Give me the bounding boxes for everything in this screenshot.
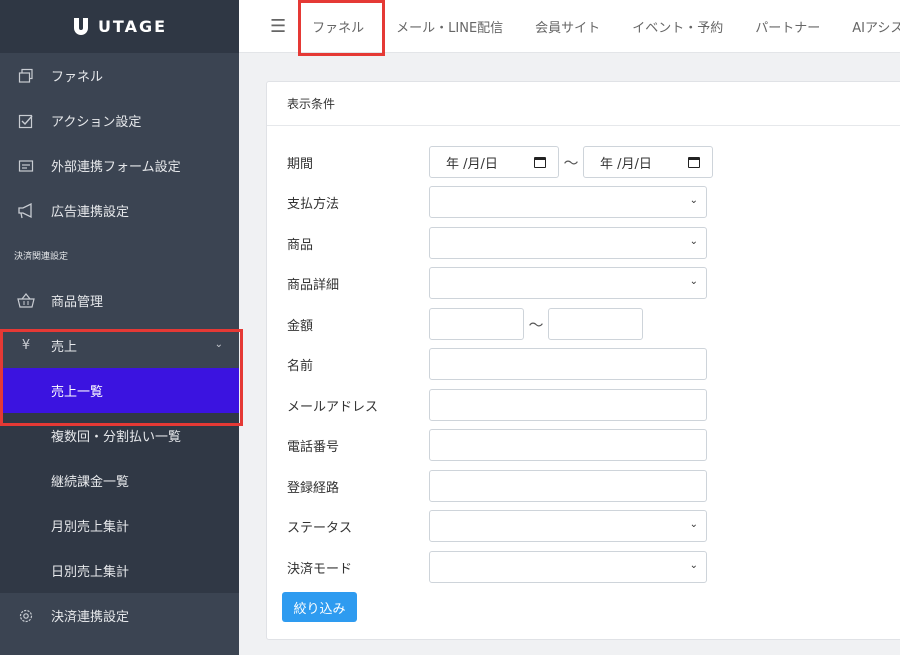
payment-mode-select[interactable]: ⌄ [429, 551, 707, 583]
route-label: 登録経路 [287, 480, 340, 496]
sidebar-item-sales[interactable]: ¥ 売上 ⌄ [0, 323, 239, 368]
status-select[interactable]: ⌄ [429, 510, 707, 542]
date-to-input[interactable]: 年 /月/日 [583, 146, 713, 178]
payment-method-label: 支払方法 [287, 196, 340, 212]
payment-method-select[interactable]: ⌄ [429, 186, 707, 218]
utage-logo-icon [73, 17, 88, 35]
date-from-input[interactable]: 年 /月/日 [429, 146, 559, 178]
date-to-placeholder: 年 /月/日 [600, 156, 652, 172]
sidebar-item-funnel[interactable]: ファネル [0, 53, 239, 98]
payment-mode-row: 決済モード ⌄ [287, 551, 707, 583]
basket-icon [16, 291, 36, 311]
tab-mail-line[interactable]: メール・LINE配信 [380, 0, 519, 53]
name-label: 名前 [287, 358, 314, 374]
amount-row: 金額 〜 [287, 308, 643, 340]
tab-member-site[interactable]: 会員サイト [519, 0, 616, 53]
period-row: 期間 年 /月/日 〜 年 /月/日 [287, 146, 713, 178]
amount-label: 金額 [287, 318, 314, 334]
status-row: ステータス ⌄ [287, 510, 707, 542]
tab-ai-assistant[interactable]: AIアシス [836, 0, 900, 53]
phone-row: 電話番号 [287, 429, 707, 461]
hamburger-menu-icon[interactable]: ☰ [270, 16, 286, 37]
sidebar-item-label: 外部連携フォーム設定 [51, 160, 181, 175]
name-row: 名前 [287, 348, 707, 380]
submenu-item-daily-sales[interactable]: 日別売上集計 [0, 548, 239, 593]
submenu-item-monthly-sales[interactable]: 月別売上集計 [0, 503, 239, 548]
amount-max-input[interactable] [548, 308, 643, 340]
sidebar: UTAGE ファネル アクション設定 外部連携フォーム設定 広告連携設定 決済関… [0, 0, 239, 655]
logo-bar: UTAGE [0, 0, 239, 53]
sidebar-item-action-settings[interactable]: アクション設定 [0, 98, 239, 143]
period-label: 期間 [287, 156, 314, 172]
sidebar-item-label: 決済連携設定 [51, 610, 130, 625]
checkbox-icon [16, 111, 36, 131]
gear-icon [16, 606, 36, 626]
submenu-item-sales-list[interactable]: 売上一覧 [0, 368, 239, 413]
card-title: 表示条件 [267, 82, 900, 126]
logo[interactable]: UTAGE [72, 16, 167, 38]
route-input[interactable] [429, 470, 707, 502]
funnel-icon [16, 66, 36, 86]
sidebar-item-product-management[interactable]: 商品管理 [0, 278, 239, 323]
chevron-down-icon: ⌄ [689, 519, 698, 530]
product-detail-row: 商品詳細 ⌄ [287, 267, 707, 299]
route-row: 登録経路 [287, 470, 707, 502]
status-label: ステータス [287, 520, 353, 536]
phone-input[interactable] [429, 429, 707, 461]
chevron-down-icon: ⌄ [689, 236, 698, 247]
submenu-item-subscriptions[interactable]: 継続課金一覧 [0, 458, 239, 503]
form-icon [16, 156, 36, 176]
range-separator: 〜 [528, 315, 544, 334]
email-row: メールアドレス [287, 389, 707, 421]
tab-funnel[interactable]: ファネル [296, 0, 380, 53]
sidebar-section-payment: 決済関連設定 [14, 252, 69, 262]
payment-method-row: 支払方法 ⌄ [287, 186, 707, 218]
logo-text: UTAGE [97, 17, 168, 36]
sidebar-item-label: 商品管理 [51, 295, 104, 310]
filter-submit-button[interactable]: 絞り込み [282, 592, 357, 622]
tab-event-booking[interactable]: イベント・予約 [616, 0, 739, 53]
top-navigation: ☰ ファネル メール・LINE配信 会員サイト イベント・予約 パートナー AI… [239, 0, 900, 53]
range-separator: 〜 [563, 153, 579, 172]
amount-min-input[interactable] [429, 308, 524, 340]
sidebar-item-label: アクション設定 [51, 115, 142, 130]
sidebar-item-ad-settings[interactable]: 広告連携設定 [0, 188, 239, 233]
payment-mode-label: 決済モード [287, 561, 353, 577]
submenu-item-installments[interactable]: 複数回・分割払い一覧 [0, 413, 239, 458]
product-detail-label: 商品詳細 [287, 277, 340, 293]
chevron-down-icon: ⌄ [689, 276, 698, 287]
sidebar-item-label: 売上 [51, 340, 78, 355]
chevron-down-icon: ⌄ [689, 560, 698, 571]
date-from-placeholder: 年 /月/日 [446, 156, 498, 172]
calendar-icon[interactable] [534, 157, 546, 168]
product-row: 商品 ⌄ [287, 227, 707, 259]
email-label: メールアドレス [287, 399, 379, 415]
chevron-down-icon: ⌄ [689, 195, 698, 206]
megaphone-icon [16, 201, 36, 221]
calendar-icon[interactable] [688, 157, 700, 168]
sidebar-item-payment-settings[interactable]: 決済連携設定 [0, 593, 239, 638]
email-input[interactable] [429, 389, 707, 421]
sales-submenu: 売上一覧 複数回・分割払い一覧 継続課金一覧 月別売上集計 日別売上集計 [0, 368, 239, 593]
sidebar-item-external-form[interactable]: 外部連携フォーム設定 [0, 143, 239, 188]
sidebar-item-label: ファネル [51, 70, 104, 85]
sidebar-item-label: 広告連携設定 [51, 205, 130, 220]
yen-icon: ¥ [21, 338, 31, 353]
phone-label: 電話番号 [287, 439, 340, 455]
filter-card: 表示条件 期間 年 /月/日 〜 年 /月/日 支払方法 ⌄ 商品 ⌄ 商品詳細… [266, 81, 900, 640]
chevron-down-icon[interactable]: ⌄ [215, 339, 223, 350]
tab-partner[interactable]: パートナー [739, 0, 836, 53]
product-label: 商品 [287, 237, 314, 253]
product-select[interactable]: ⌄ [429, 227, 707, 259]
name-input[interactable] [429, 348, 707, 380]
product-detail-select[interactable]: ⌄ [429, 267, 707, 299]
